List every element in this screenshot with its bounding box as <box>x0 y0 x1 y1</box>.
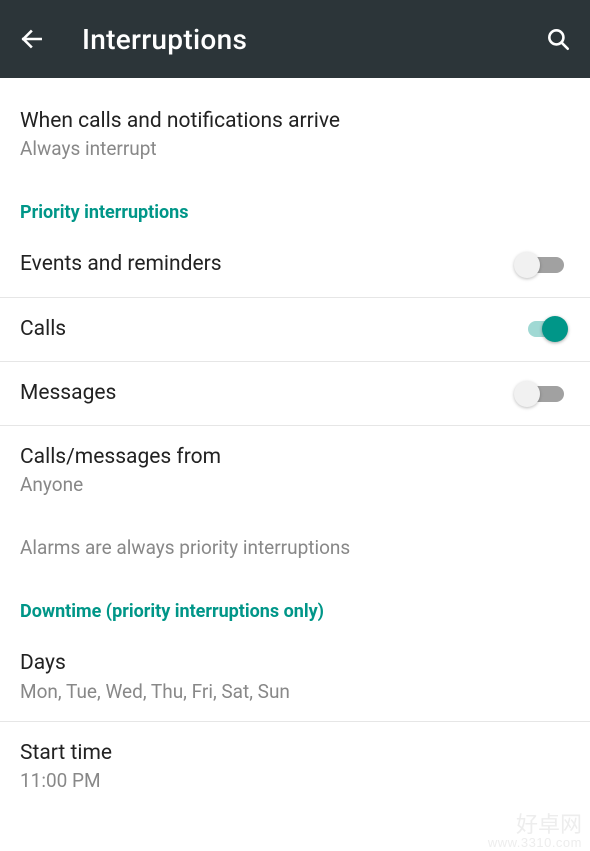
row-title: Messages <box>20 380 514 407</box>
row-title: Days <box>20 650 570 677</box>
row-messages[interactable]: Messages <box>0 362 590 425</box>
row-events-reminders[interactable]: Events and reminders <box>0 233 590 296</box>
section-downtime-header: Downtime (priority interruptions only) <box>0 587 590 632</box>
watermark: 好卓网 www.3310.com <box>488 814 582 849</box>
search-icon[interactable] <box>544 25 572 53</box>
row-start-time[interactable]: Start time 11:00 PM <box>0 722 590 810</box>
row-title: Calls <box>20 316 514 343</box>
row-calls-messages-from[interactable]: Calls/messages from Anyone <box>0 426 590 514</box>
row-value: Always interrupt <box>20 137 570 160</box>
toggle-events-reminders[interactable] <box>514 252 564 278</box>
section-priority-header: Priority interruptions <box>0 188 590 233</box>
row-title: Events and reminders <box>20 251 514 278</box>
back-icon[interactable] <box>18 25 46 53</box>
row-when-arrive[interactable]: When calls and notifications arrive Alwa… <box>0 78 590 188</box>
toggle-calls[interactable] <box>514 316 564 342</box>
row-title: When calls and notifications arrive <box>20 108 570 135</box>
watermark-line2: www.3310.com <box>488 836 582 849</box>
row-value: Mon, Tue, Wed, Thu, Fri, Sat, Sun <box>20 680 570 703</box>
watermark-line1: 好卓网 <box>488 814 582 836</box>
row-title: Start time <box>20 740 570 767</box>
row-days[interactable]: Days Mon, Tue, Wed, Thu, Fri, Sat, Sun <box>0 632 590 720</box>
appbar: Interruptions <box>0 0 590 78</box>
content: When calls and notifications arrive Alwa… <box>0 78 590 810</box>
toggle-messages[interactable] <box>514 381 564 407</box>
row-calls[interactable]: Calls <box>0 298 590 361</box>
page-title: Interruptions <box>82 23 544 56</box>
note-alarms: Alarms are always priority interruptions <box>0 514 590 587</box>
row-title: Calls/messages from <box>20 444 570 471</box>
row-value: 11:00 PM <box>20 769 570 792</box>
row-value: Anyone <box>20 473 570 496</box>
